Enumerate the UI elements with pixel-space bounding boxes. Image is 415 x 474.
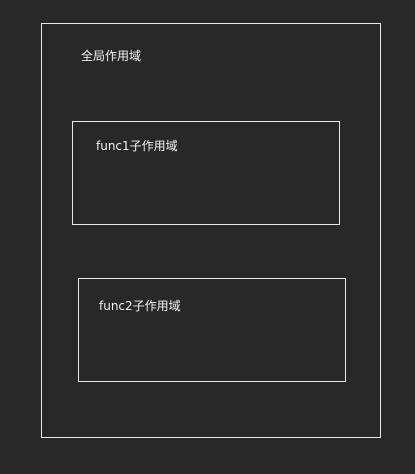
func2-scope-box bbox=[78, 278, 346, 382]
diagram-canvas: { "scopes": { "global": { "label": "全局作用… bbox=[0, 0, 415, 474]
func1-scope-label: func1子作用域 bbox=[96, 139, 178, 153]
func1-scope-box bbox=[72, 121, 340, 225]
func2-scope-label: func2子作用域 bbox=[99, 299, 181, 313]
global-scope-label: 全局作用域 bbox=[81, 49, 142, 63]
